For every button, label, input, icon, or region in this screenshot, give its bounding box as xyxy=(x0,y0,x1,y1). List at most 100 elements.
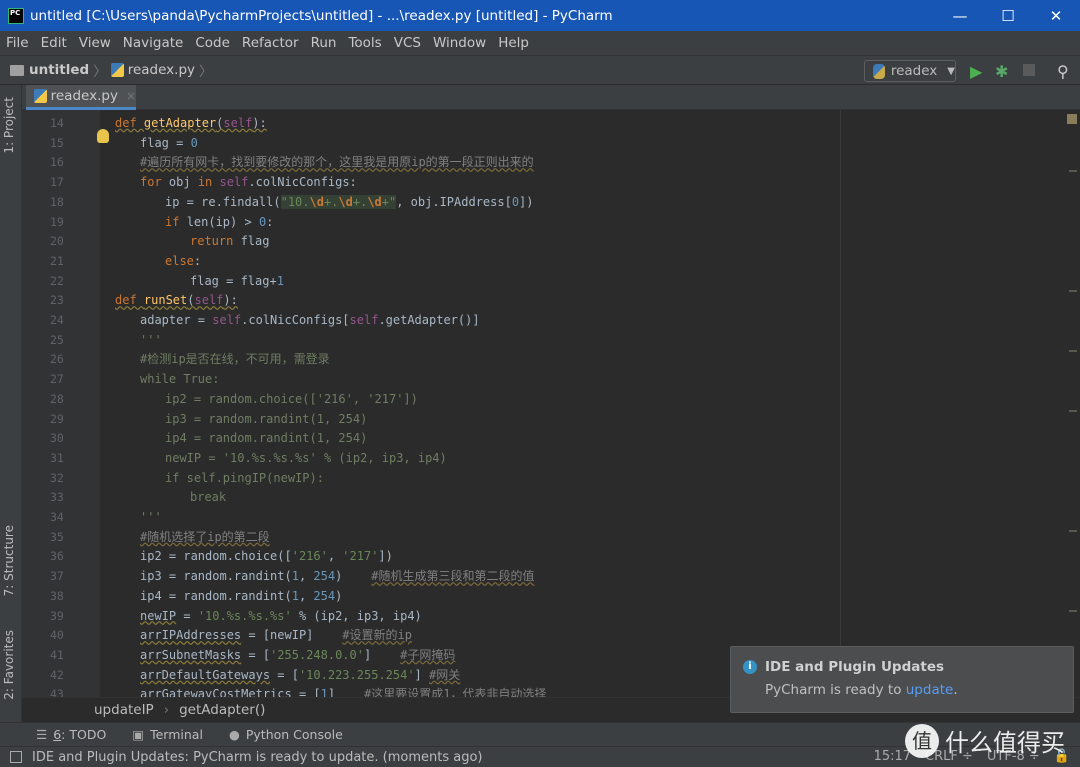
close-tab-icon[interactable]: × xyxy=(126,89,136,103)
line-number: 41 xyxy=(50,647,64,662)
menu-view[interactable]: View xyxy=(79,35,111,51)
code-token: = [newIP] xyxy=(241,628,343,643)
menu-file[interactable]: File xyxy=(6,35,29,51)
python-console-label: Python Console xyxy=(245,727,343,742)
todo-label: : TODO xyxy=(61,727,107,742)
code-token: #遍历所有网卡，找到要修改的那个，这里我是用原ip的第一段正则出来的 xyxy=(140,155,534,170)
code-line: flag = 0 xyxy=(140,133,198,153)
warning-stripe-mark[interactable] xyxy=(1069,170,1077,172)
code-token: self xyxy=(349,313,379,327)
menu-edit[interactable]: Edit xyxy=(41,35,67,51)
menu-help[interactable]: Help xyxy=(498,35,529,51)
line-number: 24 xyxy=(50,313,64,327)
favorites-tool-button[interactable]: 2: Favorites xyxy=(2,630,16,700)
python-console-tool-button[interactable]: ● Python Console xyxy=(229,727,343,742)
line-number: 21 xyxy=(50,253,64,268)
code-token: ]) xyxy=(378,549,393,564)
menu-refactor[interactable]: Refactor xyxy=(242,35,299,51)
status-message[interactable]: IDE and Plugin Updates: PyCharm is ready… xyxy=(32,750,483,765)
code-token: ip3 = random.randint( xyxy=(140,569,292,584)
line-number: 36 xyxy=(50,549,64,564)
breadcrumb-method[interactable]: getAdapter() xyxy=(179,702,265,718)
code-line: ip3 = random.randint(1, 254) #随机生成第三段和第二… xyxy=(140,566,534,586)
menu-code[interactable]: Code xyxy=(195,35,230,51)
todo-tool-button[interactable]: ☰ 6: TODO xyxy=(36,727,106,742)
run-config-label: readex xyxy=(890,63,938,79)
search-icon[interactable]: ⚲ xyxy=(1057,62,1069,81)
code-token: \d xyxy=(309,194,324,209)
notification-title: IDE and Plugin Updates xyxy=(765,659,945,675)
line-number: 16 xyxy=(50,155,64,170)
run-config-select[interactable]: readex ▼ xyxy=(864,60,956,82)
code-token: .colNicConfigs[ xyxy=(241,313,350,327)
navigation-bar: untitled 〉 readex.py 〉 readex ▼ ▶ ✱ ⚲ xyxy=(0,55,1080,85)
code-token: \d xyxy=(338,194,353,209)
code-token: def xyxy=(115,116,144,130)
warning-stripe-mark[interactable] xyxy=(1069,530,1077,532)
code-token: #检测ip是否在线，不可用，需登录 xyxy=(140,352,330,367)
code-token: 0 xyxy=(511,194,520,209)
code-token: '10.%s.%s.%s' xyxy=(197,608,292,623)
toggle-tool-windows-icon[interactable] xyxy=(10,751,22,763)
code-token: ip2 = random.choice(['216', '217']) xyxy=(165,391,418,406)
code-line: #检测ip是否在线，不可用，需登录 xyxy=(140,349,330,369)
code-line: newIP = '10.%s.%s.%s' % (ip2, ip3, ip4) xyxy=(165,448,447,468)
code-token: ''' xyxy=(140,332,162,347)
update-link[interactable]: update xyxy=(906,682,954,698)
code-token: def xyxy=(115,293,144,308)
code-line: ip2 = random.choice(['216', '217']) xyxy=(140,546,393,566)
menu-navigate[interactable]: Navigate xyxy=(123,35,184,51)
warning-stripe-mark[interactable] xyxy=(1069,350,1077,352)
maximize-button[interactable]: ☐ xyxy=(984,7,1032,25)
terminal-icon: ▣ xyxy=(132,727,145,742)
code-token: if xyxy=(165,214,187,229)
menu-run[interactable]: Run xyxy=(311,35,337,51)
line-number: 42 xyxy=(50,667,64,682)
menu-vcs[interactable]: VCS xyxy=(394,35,421,51)
close-button[interactable]: ✕ xyxy=(1032,7,1080,25)
code-token: +. xyxy=(323,194,339,209)
line-number: 28 xyxy=(50,391,64,406)
line-number: 35 xyxy=(50,529,64,544)
minimize-button[interactable]: — xyxy=(936,7,984,25)
editor-scrollbar[interactable] xyxy=(1066,110,1080,697)
warning-stripe-mark[interactable] xyxy=(1069,610,1077,612)
structure-tool-button[interactable]: 7: Structure xyxy=(2,525,16,596)
code-line: arrSubnetMasks = ['255.248.0.0'] #子网掩码 xyxy=(140,645,455,665)
code-line: if len(ip) > 0: xyxy=(165,212,273,232)
code-token: +" xyxy=(381,194,397,209)
terminal-label: Terminal xyxy=(150,727,203,742)
code-token: ''' xyxy=(140,510,162,524)
todo-key: 6 xyxy=(53,727,62,742)
warning-stripe-mark[interactable] xyxy=(1069,290,1077,292)
line-number: 29 xyxy=(50,411,64,426)
menu-tools[interactable]: Tools xyxy=(348,35,381,51)
tab-readex-py[interactable]: readex.py × xyxy=(26,85,136,110)
code-token: for xyxy=(140,175,169,190)
code-token: while True: xyxy=(140,372,220,387)
warning-stripe-mark[interactable] xyxy=(1069,410,1077,412)
stop-icon[interactable] xyxy=(1023,64,1035,76)
nav-project[interactable]: untitled xyxy=(10,62,89,78)
left-tool-stripe: 1: Project 7: Structure 2: Favorites xyxy=(0,85,22,722)
lightbulb-icon[interactable] xyxy=(97,129,109,143)
code-token: ip = re.findall( xyxy=(165,194,281,209)
code-token: #子网掩码 xyxy=(400,647,456,662)
line-number: 17 xyxy=(50,175,64,190)
breadcrumb-class[interactable]: updateIP xyxy=(94,702,154,718)
file-name: readex.py xyxy=(127,62,196,78)
inspection-status-icon[interactable] xyxy=(1067,114,1077,124)
menu-window[interactable]: Window xyxy=(433,35,486,51)
terminal-tool-button[interactable]: ▣ Terminal xyxy=(132,727,203,742)
code-token: getAdapter xyxy=(143,116,217,130)
project-tool-button[interactable]: 1: Project xyxy=(2,97,16,154)
line-number: 33 xyxy=(50,490,64,505)
run-icon[interactable]: ▶ xyxy=(970,62,982,81)
code-token: arrDefaultGateways xyxy=(140,667,271,682)
code-line: ip2 = random.choice(['216', '217']) xyxy=(165,389,418,409)
code-editor[interactable]: def getAdapter(self): flag = 0 #遍历所有网卡，找到要… xyxy=(100,110,1066,697)
debug-bug-icon[interactable]: ✱ xyxy=(995,62,1008,81)
nav-file[interactable]: readex.py xyxy=(110,62,196,78)
code-line: adapter = self.colNicConfigs[self.getAda… xyxy=(140,310,480,330)
code-token: '216' xyxy=(291,549,328,564)
